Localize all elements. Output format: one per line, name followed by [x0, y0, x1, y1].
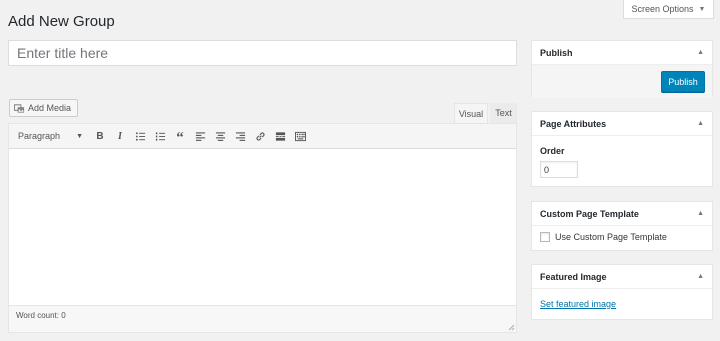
tab-visual[interactable]: Visual	[454, 103, 488, 123]
toolbar-toggle-button[interactable]	[290, 127, 310, 145]
align-right-icon	[235, 131, 245, 141]
blockquote-icon: “	[176, 130, 184, 146]
collapse-toggle-icon[interactable]: ▲	[697, 120, 704, 127]
bulleted-list-button[interactable]	[130, 127, 150, 145]
link-button[interactable]	[250, 127, 270, 145]
page-attributes-title: Page Attributes	[540, 118, 607, 129]
chevron-down-icon: ▼	[76, 132, 83, 140]
set-featured-image-link[interactable]: Set featured image	[540, 299, 616, 309]
bulleted-list-icon	[135, 131, 145, 141]
page-attributes-box: Page Attributes ▲ Order	[531, 111, 713, 187]
media-icon	[14, 103, 25, 113]
align-right-button[interactable]	[230, 127, 250, 145]
custom-template-title: Custom Page Template	[540, 208, 639, 219]
publish-actions: Publish	[532, 65, 712, 98]
custom-template-checkbox[interactable]	[540, 232, 550, 242]
collapse-toggle-icon[interactable]: ▲	[697, 49, 704, 56]
caret-down-icon: ▼	[698, 5, 706, 13]
italic-icon: I	[118, 130, 122, 142]
align-center-icon	[215, 131, 225, 141]
italic-button[interactable]: I	[110, 127, 130, 145]
numbered-list-icon	[155, 131, 165, 141]
read-more-icon	[275, 131, 285, 141]
blockquote-button[interactable]: “	[170, 127, 190, 146]
custom-template-header[interactable]: Custom Page Template ▲	[532, 202, 712, 226]
read-more-button[interactable]	[270, 127, 290, 145]
editor-content-area[interactable]	[9, 149, 516, 304]
format-select[interactable]: Paragraph ▼	[12, 128, 86, 144]
align-left-button[interactable]	[190, 127, 210, 145]
screen-options-button[interactable]: Screen Options ▼	[623, 0, 714, 19]
toolbar-toggle-icon	[294, 131, 306, 141]
post-title-input[interactable]	[8, 40, 517, 66]
bold-button[interactable]: B	[90, 127, 110, 145]
editor-status-bar: Word count: 0	[9, 305, 516, 332]
publish-button[interactable]: Publish	[661, 71, 705, 92]
collapse-toggle-icon[interactable]: ▲	[697, 210, 704, 217]
collapse-toggle-icon[interactable]: ▲	[697, 273, 704, 280]
screen-options-label: Screen Options	[631, 4, 694, 14]
editor-toolbar: Paragraph ▼ B I “	[9, 124, 516, 149]
numbered-list-button[interactable]	[150, 127, 170, 145]
custom-template-checkbox-label[interactable]: Use Custom Page Template	[555, 232, 667, 242]
order-input[interactable]	[540, 161, 578, 178]
featured-image-title: Featured Image	[540, 271, 607, 282]
custom-template-row: Use Custom Page Template	[540, 232, 712, 242]
featured-image-box: Featured Image ▲ Set featured image	[531, 264, 713, 320]
tab-text[interactable]: Text	[490, 103, 517, 123]
publish-box-header[interactable]: Publish ▲	[532, 41, 712, 65]
align-left-icon	[195, 131, 205, 141]
page-title: Add New Group	[8, 13, 115, 30]
custom-template-box: Custom Page Template ▲ Use Custom Page T…	[531, 201, 713, 251]
featured-image-header[interactable]: Featured Image ▲	[532, 265, 712, 289]
resize-handle-icon[interactable]	[507, 323, 515, 331]
order-label: Order	[540, 146, 565, 156]
align-center-button[interactable]	[210, 127, 230, 145]
bold-icon: B	[96, 130, 104, 142]
page-attributes-header[interactable]: Page Attributes ▲	[532, 112, 712, 136]
add-media-label: Add Media	[28, 103, 72, 113]
add-media-button[interactable]: Add Media	[9, 99, 79, 117]
word-count: Word count: 0	[16, 311, 66, 320]
format-select-value: Paragraph	[18, 131, 61, 141]
publish-box-title: Publish	[540, 47, 573, 58]
content-editor: Paragraph ▼ B I “ Word count: 0	[8, 123, 517, 333]
publish-box: Publish ▲ Publish	[531, 40, 713, 98]
link-icon	[255, 131, 265, 141]
